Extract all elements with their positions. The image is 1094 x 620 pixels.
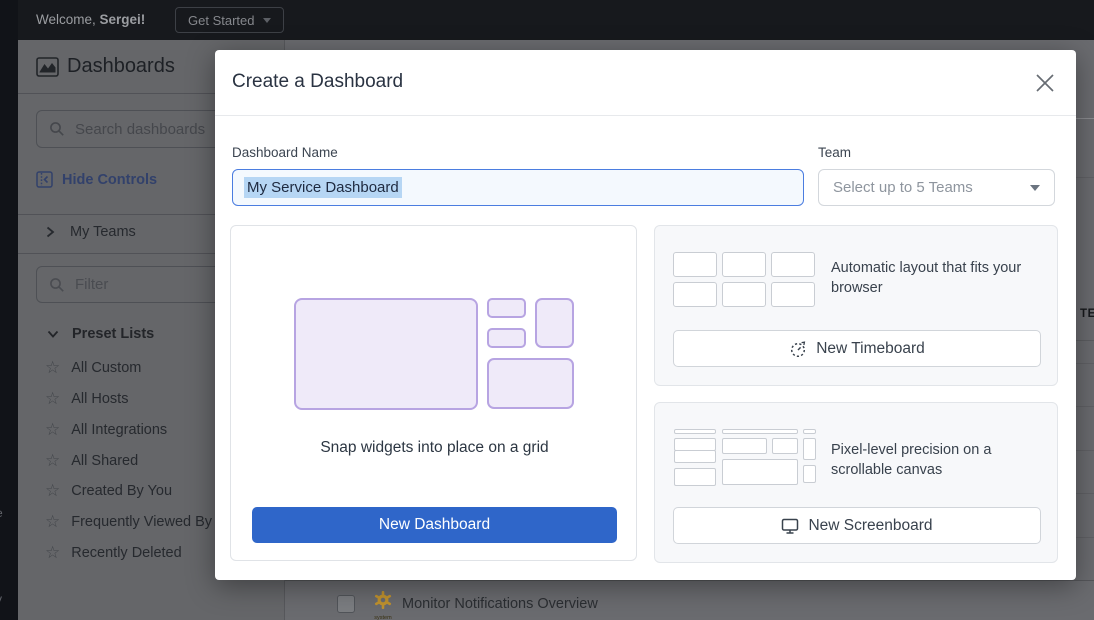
table-row[interactable]: system Monitor Notifications Overview (285, 580, 1094, 620)
grid-card-caption: Snap widgets into place on a grid (231, 439, 638, 457)
filter-placeholder: Filter (75, 276, 108, 293)
screenboard-description: Pixel-level precision on a scrollable ca… (831, 441, 1031, 480)
grid-widgets-illustration (294, 298, 575, 410)
close-icon[interactable] (1034, 72, 1056, 94)
dashboard-name-label: Dashboard Name (232, 145, 338, 160)
chevron-down-icon (263, 18, 271, 23)
grid-dashboard-card: Snap widgets into place on a grid New Da… (230, 225, 637, 561)
star-icon: ☆ (45, 452, 60, 469)
stopwatch-icon (789, 340, 807, 358)
divider (215, 115, 1076, 116)
page-title: Dashboards (67, 55, 175, 78)
welcome-text: Welcome, Sergei! (36, 12, 145, 27)
system-gear-icon: system (372, 590, 394, 620)
screenboard-card: Pixel-level precision on a scrollable ca… (654, 402, 1058, 563)
widget-placeholder (487, 298, 526, 318)
sidebar-item-recently-deleted[interactable]: ☆Recently Deleted (45, 544, 182, 561)
team-select[interactable]: Select up to 5 Teams (818, 169, 1055, 206)
new-timeboard-button[interactable]: New Timeboard (673, 330, 1041, 367)
sidebar-item-all-shared[interactable]: ☆All Shared (45, 452, 138, 469)
search-icon (49, 277, 65, 293)
row-checkbox[interactable] (337, 595, 355, 613)
top-bar: Welcome, Sergei! Get Started (18, 0, 1094, 40)
timeboard-description: Automatic layout that fits your browser (831, 259, 1047, 298)
hide-controls-link[interactable]: Hide Controls (36, 171, 157, 188)
area-chart-icon (36, 57, 59, 77)
widget-placeholder (294, 298, 478, 410)
star-icon: ☆ (45, 544, 60, 561)
preset-lists-section-toggle[interactable]: Preset Lists (46, 326, 154, 342)
timeboard-card: Automatic layout that fits your browser … (654, 225, 1058, 386)
search-icon (49, 121, 65, 137)
screenboard-illustration (674, 429, 816, 486)
chevron-right-icon (44, 225, 56, 239)
new-dashboard-button[interactable]: New Dashboard (252, 507, 617, 543)
teams-column-header: TEAMS (1080, 308, 1094, 320)
sidebar-item-all-hosts[interactable]: ☆All Hosts (45, 390, 128, 407)
modal-title: Create a Dashboard (232, 71, 403, 93)
star-icon: ☆ (45, 390, 60, 407)
chevron-down-icon (46, 328, 60, 340)
nav-text-fragment: y (0, 592, 2, 606)
widget-placeholder (535, 298, 574, 348)
my-teams-section-toggle[interactable]: My Teams (44, 224, 136, 240)
dashboard-name-input[interactable]: My Service Dashboard (232, 169, 804, 206)
search-placeholder: Search dashboards (75, 121, 205, 138)
monitor-icon (781, 517, 799, 535)
nav-text-fragment: e (0, 506, 3, 520)
hide-controls-icon (36, 171, 53, 188)
sidebar-item-frequently-viewed[interactable]: ☆Frequently Viewed By You (45, 513, 240, 530)
team-select-placeholder: Select up to 5 Teams (833, 179, 973, 196)
team-label: Team (818, 145, 851, 160)
dashboard-name-value: My Service Dashboard (244, 177, 402, 198)
star-icon: ☆ (45, 359, 60, 376)
star-icon: ☆ (45, 513, 60, 530)
screen: e y Welcome, Sergei! Get Started Dashboa… (0, 0, 1094, 620)
create-dashboard-modal: Create a Dashboard Dashboard Name My Ser… (215, 50, 1076, 580)
left-nav-rail: e y (0, 0, 18, 620)
star-icon: ☆ (45, 482, 60, 499)
new-screenboard-button[interactable]: New Screenboard (673, 507, 1041, 544)
sidebar-item-all-integrations[interactable]: ☆All Integrations (45, 421, 167, 438)
dashboard-row-title: Monitor Notifications Overview (402, 596, 598, 612)
sidebar-item-all-custom[interactable]: ☆All Custom (45, 359, 141, 376)
system-label: system (372, 615, 394, 620)
get-started-button[interactable]: Get Started (175, 7, 284, 33)
chevron-down-icon (1030, 185, 1040, 191)
star-icon: ☆ (45, 421, 60, 438)
widget-placeholder (487, 328, 526, 348)
widget-placeholder (487, 358, 574, 409)
sidebar-item-created-by-you[interactable]: ☆Created By You (45, 482, 172, 499)
